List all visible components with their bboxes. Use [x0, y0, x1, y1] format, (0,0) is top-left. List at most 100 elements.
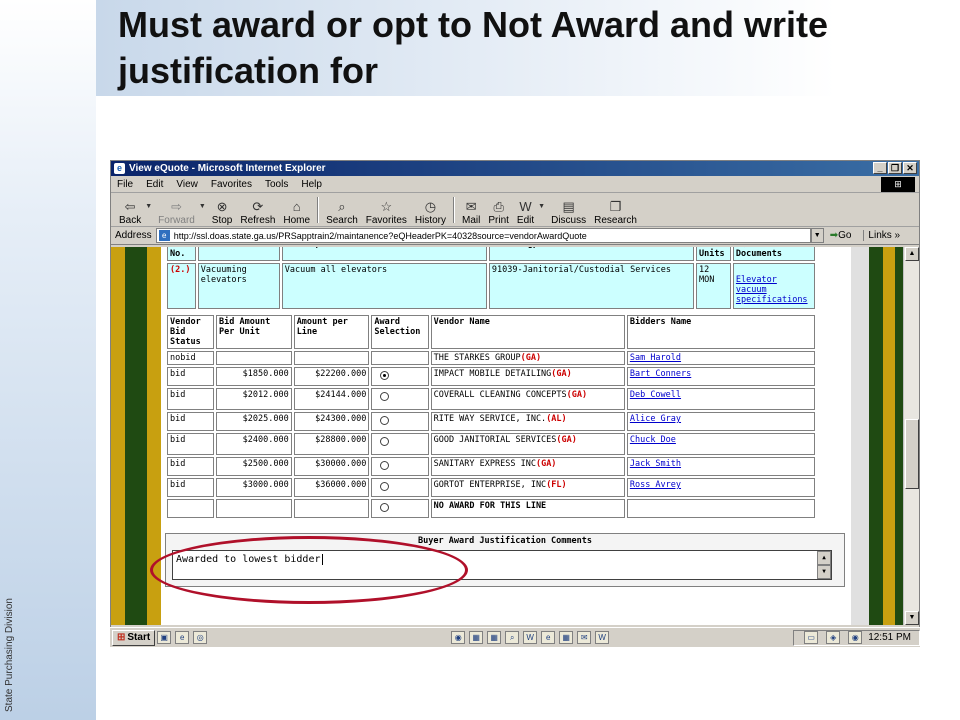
url-text: http://ssl.doas.state.ga.us/PRSapptrain2…	[173, 230, 587, 241]
bid-status: bid	[167, 388, 215, 410]
task-app-icon[interactable]: ⌕	[505, 631, 520, 644]
forward-button[interactable]: ⇨ Forward	[154, 194, 199, 227]
toolbar-separator	[317, 197, 320, 223]
menu-help[interactable]: Help	[301, 179, 322, 190]
menu-view[interactable]: View	[176, 179, 198, 190]
word-icon[interactable]: W	[523, 631, 538, 644]
menu-bar: File Edit View Favorites Tools Help ⊞	[111, 176, 919, 193]
vendor-cell: COVERALL CLEANING CONCEPTS(GA)	[430, 388, 625, 410]
url-input[interactable]: e http://ssl.doas.state.ga.us/PRSapptrai…	[155, 228, 811, 243]
desktop-icon[interactable]: ▣	[157, 631, 172, 644]
refresh-icon: ⟳	[252, 199, 264, 214]
word-task-icon[interactable]: W	[595, 631, 610, 644]
menu-edit[interactable]: Edit	[146, 179, 163, 190]
scroll-thumb[interactable]	[905, 419, 919, 489]
scroll-down-arrow-icon[interactable]: ▼	[905, 611, 919, 625]
bid-status: nobid	[167, 351, 215, 365]
vendor-name: SANITARY EXPRESS INC	[433, 459, 536, 469]
bidder-link[interactable]: Ross Avrey	[630, 480, 681, 490]
bidder-link[interactable]: Bart Conners	[630, 369, 691, 379]
header-documents: eQuote Line Documents	[732, 247, 815, 261]
bidder-cell: Chuck Doe	[626, 433, 815, 455]
bidder-link[interactable]: Chuck Doe	[630, 435, 676, 445]
print-button[interactable]: ⎙ Print	[484, 194, 513, 227]
award-radio[interactable]	[380, 503, 390, 512]
page-icon: e	[158, 230, 170, 241]
forward-dropdown-icon[interactable]: ▼	[199, 203, 206, 210]
taskbar: ⊞ Start ▣ e ◎ ◉ ▦ ▦ ⌕ W e ▦ ✉ W ▭ ◈ ◉ 12:…	[110, 627, 920, 647]
window-titlebar: e View eQuote - Microsoft Internet Explo…	[111, 161, 919, 176]
ie-quicklaunch-icon[interactable]: e	[175, 631, 190, 644]
scroll-up-icon[interactable]: ▲	[817, 551, 831, 565]
home-button[interactable]: ⌂ Home	[279, 194, 314, 227]
mail-button[interactable]: ✉ Mail	[458, 194, 484, 227]
scroll-up-arrow-icon[interactable]: ▲	[905, 247, 919, 261]
textarea-scrollbar[interactable]: ▲ ▼	[817, 551, 831, 579]
header-description: Description	[281, 247, 487, 261]
stop-button[interactable]: ⊗ Stop	[208, 194, 237, 227]
links-button[interactable]: Links »	[863, 230, 900, 241]
favorites-button[interactable]: ☆ Favorites	[362, 194, 411, 227]
page-scrollbar[interactable]: ▲ ▼	[903, 247, 919, 625]
edit-button[interactable]: W Edit	[513, 194, 538, 227]
bidder-link[interactable]: Deb Cowell	[630, 390, 681, 400]
award-cell	[371, 412, 429, 431]
address-dropdown-icon[interactable]: ▼	[810, 228, 824, 243]
tray-app-icon[interactable]: ◉	[848, 631, 863, 644]
award-radio[interactable]	[380, 371, 390, 380]
award-radio[interactable]	[380, 461, 390, 470]
discuss-button[interactable]: ▤ Discuss	[547, 194, 590, 227]
ie-task-icon[interactable]: e	[541, 631, 556, 644]
line-documents-cell: Elevator vacuum specifications	[732, 263, 815, 309]
task-app-icon[interactable]: ▦	[487, 631, 502, 644]
task-app-icon[interactable]: ◉	[451, 631, 466, 644]
bid-amount-line: $30000.000	[293, 457, 370, 476]
award-radio[interactable]	[380, 482, 390, 491]
award-radio[interactable]	[380, 437, 390, 446]
history-button[interactable]: ◷ History	[411, 194, 450, 227]
bidder-link[interactable]: Jack Smith	[630, 459, 681, 469]
back-dropdown-icon[interactable]: ▼	[145, 203, 152, 210]
edit-dropdown-icon[interactable]: ▼	[538, 203, 545, 210]
document-link[interactable]: Elevator vacuum specifications	[736, 275, 808, 305]
vendor-state: (GA)	[566, 390, 588, 400]
vendor-name: COVERALL CLEANING CONCEPTS	[433, 390, 567, 400]
address-bar: Address e http://ssl.doas.state.ga.us/PR…	[111, 227, 919, 245]
bidder-cell: Deb Cowell	[626, 388, 815, 410]
vendor-cell: GOOD JANITORIAL SERVICES(GA)	[430, 433, 625, 455]
windows-flag-icon: ⊞	[117, 632, 126, 643]
toolbar-separator	[453, 197, 456, 223]
network-icon[interactable]: ▭	[804, 631, 819, 644]
mail-icon: ✉	[465, 199, 477, 214]
bid-amount-unit	[216, 499, 292, 518]
bid-status: bid	[167, 367, 215, 386]
refresh-button[interactable]: ⟳ Refresh	[236, 194, 279, 227]
task-app-icon[interactable]: ▦	[559, 631, 574, 644]
go-button[interactable]: ➡Go	[830, 230, 852, 241]
close-icon[interactable]: ✕	[903, 162, 917, 174]
back-button[interactable]: ⇦ Back	[115, 194, 145, 227]
bidder-link[interactable]: Alice Gray	[630, 414, 681, 424]
minimize-icon[interactable]: _	[873, 162, 887, 174]
bid-amount-line	[293, 499, 370, 518]
shield-icon[interactable]: ◈	[826, 631, 841, 644]
task-app-icon[interactable]: ▦	[469, 631, 484, 644]
restore-icon[interactable]: ❐	[888, 162, 902, 174]
award-cell	[371, 499, 429, 518]
edit-icon: W	[519, 199, 532, 214]
award-radio[interactable]	[380, 392, 390, 401]
search-button[interactable]: ⌕ Search	[322, 194, 362, 227]
menu-favorites[interactable]: Favorites	[211, 179, 252, 190]
scroll-down-icon[interactable]: ▼	[817, 565, 831, 579]
award-radio[interactable]	[380, 416, 390, 425]
start-button[interactable]: ⊞ Start	[112, 629, 156, 646]
menu-file[interactable]: File	[117, 179, 133, 190]
outlook-icon[interactable]: ◎	[193, 631, 208, 644]
research-button[interactable]: ❐ Research	[590, 194, 641, 227]
table-row: bid $2012.000 $24144.000 COVERALL CLEANING …	[167, 388, 815, 410]
line-title: Vacuuming elevators	[197, 263, 280, 309]
bidder-link[interactable]: Sam Harold	[630, 353, 681, 363]
menu-tools[interactable]: Tools	[265, 179, 288, 190]
mail-task-icon[interactable]: ✉	[577, 631, 592, 644]
vendor-name: RITE WAY SERVICE, INC.	[433, 414, 547, 424]
